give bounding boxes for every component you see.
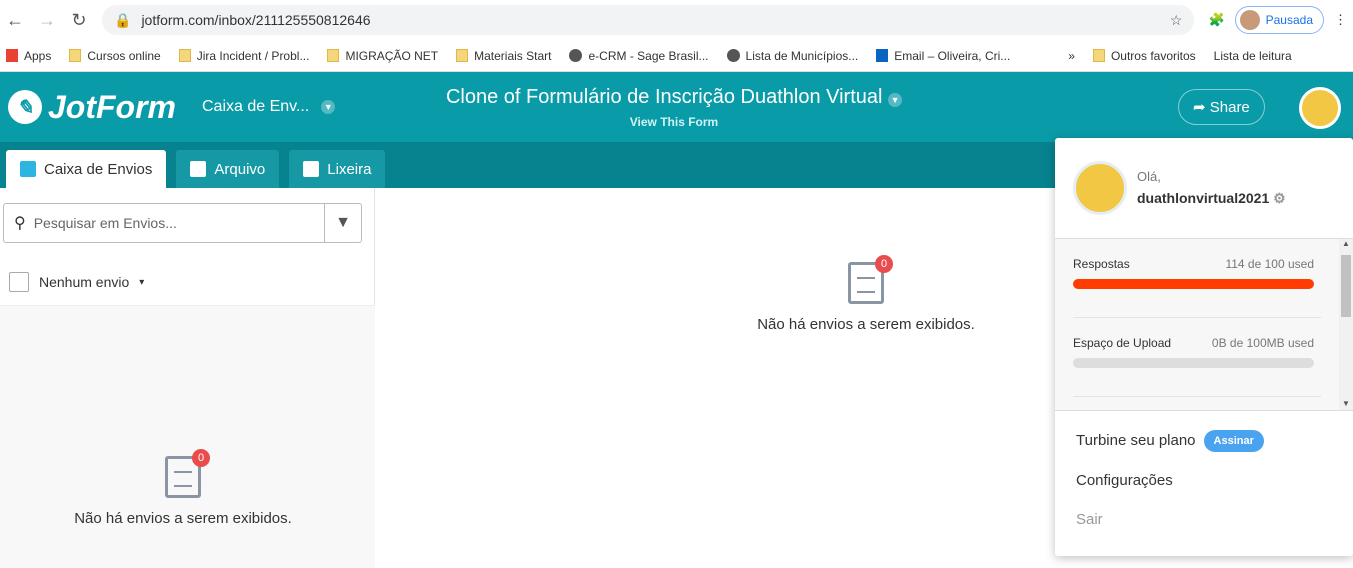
document-icon: 0 (165, 449, 210, 498)
empty-state: 0 Não há envios a serem exibidos. (68, 449, 298, 527)
scrollbar[interactable]: ▲ ▼ (1339, 239, 1353, 410)
avatar (1239, 10, 1260, 30)
select-all-checkbox[interactable] (9, 272, 29, 292)
browser-chrome: ← → ↻ 🔒 jotform.com/inbox/211125550812646… (0, 0, 1353, 72)
username: duathlonvirtual2021 (1137, 190, 1270, 206)
bookmark[interactable]: e-CRM - Sage Brasil... (569, 49, 709, 63)
usage-panel: Respostas 114 de 100 used Espaço de Uploa… (1055, 238, 1353, 411)
logout-item[interactable]: Sair (1076, 511, 1103, 528)
document-icon: 0 (848, 255, 893, 304)
filter-icon[interactable]: ▼ (324, 204, 361, 242)
subscribe-button[interactable]: Assinar (1203, 430, 1264, 452)
bookmark[interactable]: Email – Oliveira, Cri... (876, 49, 1010, 63)
form-title[interactable]: Clone of Formulário de Inscrição Duathlo… (429, 86, 919, 109)
bookmark[interactable]: Outros favoritos (1092, 49, 1196, 63)
search-input[interactable]: ⚲ Pesquisar em Envios... ▼ (3, 203, 362, 243)
gear-icon[interactable]: ⚙ (1273, 190, 1286, 206)
address-bar[interactable]: 🔒 jotform.com/inbox/211125550812646 ☆ (102, 5, 1195, 35)
progress-bar (1073, 358, 1314, 368)
usage-upload: Espaço de Upload 0B de 100MB used (1055, 336, 1353, 368)
chevron-down-icon: ▼ (888, 93, 903, 107)
selection-dropdown[interactable]: Nenhum envio (39, 274, 129, 290)
tab-inbox[interactable]: Caixa de Envios (6, 150, 167, 188)
tab-archive[interactable]: Arquivo (176, 150, 280, 188)
bookmark[interactable]: Jira Incident / Probl... (178, 49, 309, 63)
bookmark[interactable]: Apps (6, 49, 51, 63)
main-empty-state: 0 Não há envios a serem exibidos. (751, 255, 981, 333)
search-icon: ⚲ (14, 215, 26, 232)
inbox-icon (20, 161, 36, 177)
archive-icon (190, 161, 207, 177)
chevron-down-icon: ▾ (139, 276, 145, 288)
lock-icon: 🔒 (114, 11, 132, 28)
bookmark[interactable]: Cursos online (69, 49, 161, 63)
submissions-list-panel: ⚲ Pesquisar em Envios... ▼ Nenhum envio ▾ 0… (0, 188, 375, 568)
profile-label: Pausada (1265, 13, 1313, 27)
count-badge: 0 (875, 255, 893, 273)
url: jotform.com/inbox/211125550812646 (141, 12, 371, 28)
menu-icon[interactable]: ⋮ (1334, 12, 1347, 28)
view-form-link[interactable]: View This Form (429, 115, 919, 129)
logo-icon: ✎ (8, 90, 42, 124)
back-icon[interactable]: ← (6, 10, 24, 31)
share-icon: ➦ (1193, 99, 1206, 116)
extension-icon[interactable]: 🧩 (1208, 12, 1224, 28)
avatar (1073, 161, 1127, 215)
app-header: ✎ JotForm Caixa de Env... ▼ Clone of Formu… (0, 72, 1353, 142)
user-avatar[interactable] (1299, 87, 1341, 129)
account-dropdown: Olá, duathlonvirtual2021 ⚙ Respostas 114 d… (1055, 138, 1353, 556)
bookmark[interactable]: Materiais Start (456, 49, 551, 63)
reading-list[interactable]: Lista de leitura (1214, 49, 1292, 63)
chevron-down-icon: ▼ (321, 100, 336, 114)
bookmarks-bar: Apps Cursos online Jira Incident / Probl… (0, 40, 1353, 72)
forward-icon[interactable]: → (38, 10, 56, 31)
bookmark[interactable]: MIGRAÇÃO NET (327, 49, 438, 63)
inbox-selector[interactable]: Caixa de Env... ▼ (202, 98, 336, 116)
share-button[interactable]: ➦ Share (1178, 89, 1265, 125)
jotform-logo[interactable]: ✎ JotForm (8, 89, 176, 126)
progress-bar (1073, 279, 1314, 289)
upgrade-item[interactable]: Turbine seu plano Assinar (1076, 430, 1264, 452)
tab-trash[interactable]: Lixeira (289, 150, 386, 188)
profile-button[interactable]: Pausada (1234, 6, 1324, 34)
settings-item[interactable]: Configurações (1076, 472, 1173, 489)
reload-icon[interactable]: ↻ (70, 10, 88, 31)
trash-icon (303, 161, 320, 177)
bookmark[interactable]: Lista de Municípios... (726, 49, 858, 63)
more-bookmarks[interactable]: » (1068, 49, 1075, 63)
count-badge: 0 (192, 449, 210, 467)
star-icon[interactable]: ☆ (1170, 12, 1183, 29)
usage-responses: Respostas 114 de 100 used (1055, 257, 1353, 289)
